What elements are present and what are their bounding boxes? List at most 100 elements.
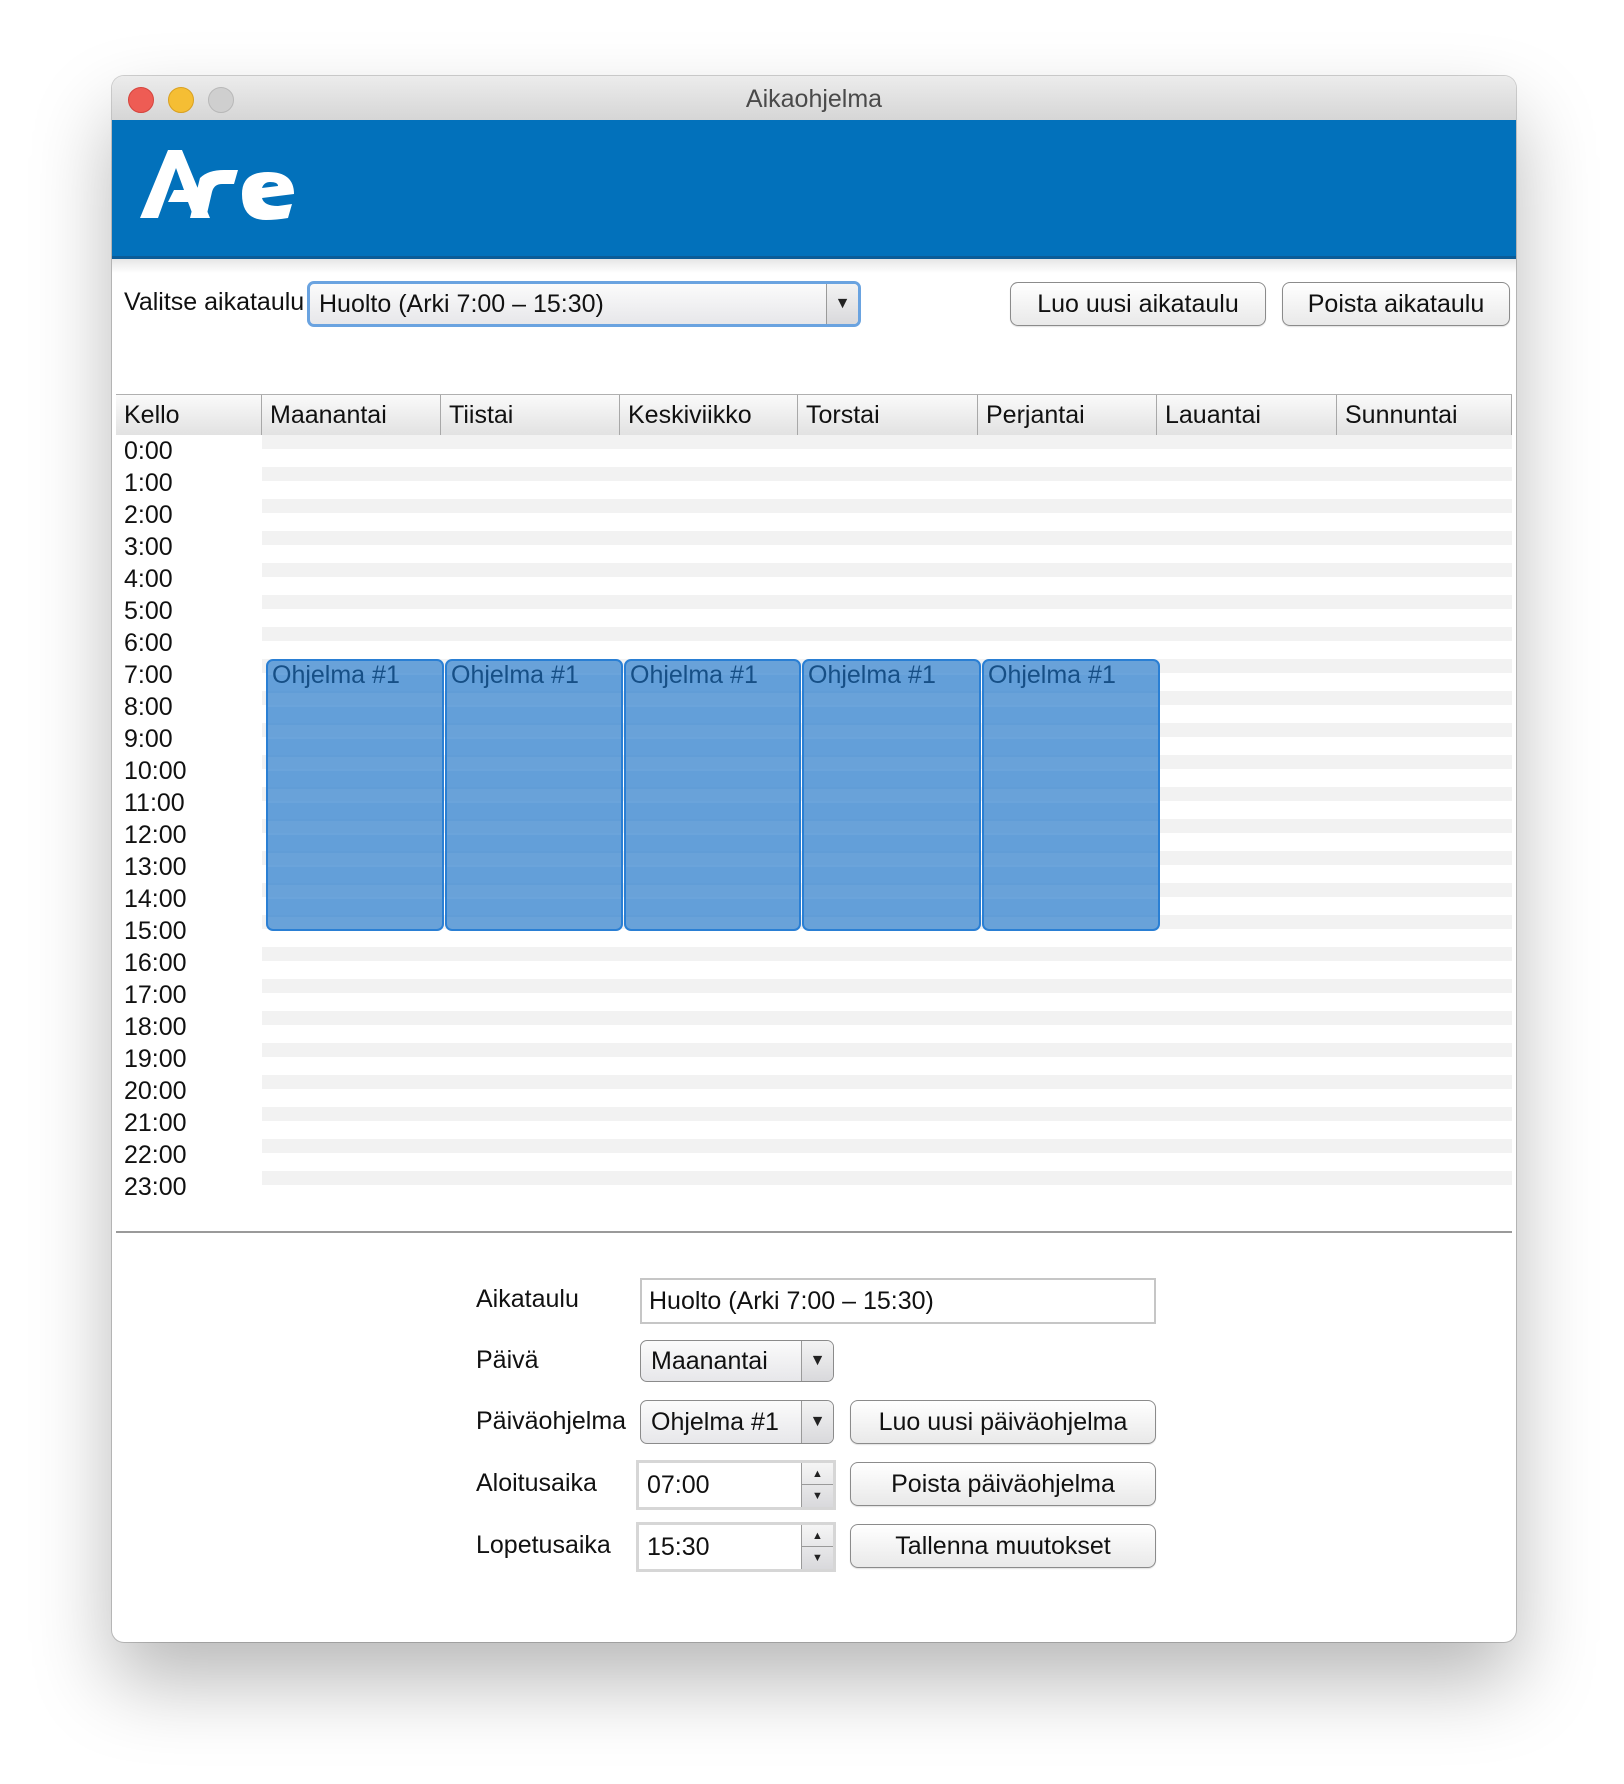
start-time-value[interactable]: 07:00 [647, 1463, 710, 1507]
column-header-saturday[interactable]: Lauantai [1157, 395, 1337, 435]
program-block[interactable]: Ohjelma #1 [802, 659, 981, 931]
start-time-stepper: ▲ ▼ [801, 1463, 833, 1507]
start-time-spinner[interactable]: 07:00 ▲ ▼ [636, 1460, 836, 1510]
decrement-arrow-icon[interactable]: ▼ [802, 1547, 833, 1569]
column-header-tuesday[interactable]: Tiistai [441, 395, 620, 435]
hour-cells[interactable] [262, 947, 1512, 979]
hour-cells[interactable] [262, 595, 1512, 627]
hour-cells[interactable] [262, 531, 1512, 563]
hour-label: 0:00 [116, 435, 262, 467]
hour-label: 14:00 [116, 883, 262, 915]
hour-label: 2:00 [116, 499, 262, 531]
hour-label: 4:00 [116, 563, 262, 595]
hour-cells[interactable] [262, 467, 1512, 499]
schedule-name-label: Aikataulu [476, 1285, 579, 1313]
table-row[interactable]: 5:00 [116, 595, 1512, 627]
company-logo [140, 150, 294, 220]
increment-arrow-icon[interactable]: ▲ [802, 1525, 833, 1547]
new-program-button[interactable]: Luo uusi päiväohjelma [850, 1400, 1156, 1444]
column-header-monday[interactable]: Maanantai [262, 395, 441, 435]
day-select[interactable]: Maanantai ▼ [640, 1340, 834, 1382]
table-row[interactable]: 19:00 [116, 1043, 1512, 1075]
hour-cells[interactable] [262, 1043, 1512, 1075]
program-select[interactable]: Ohjelma #1 ▼ [640, 1400, 834, 1444]
hour-cells[interactable] [262, 499, 1512, 531]
column-header-friday[interactable]: Perjantai [978, 395, 1157, 435]
chevron-down-icon[interactable]: ▼ [826, 284, 858, 324]
end-time-spinner[interactable]: 15:30 ▲ ▼ [636, 1522, 836, 1572]
hour-label: 9:00 [116, 723, 262, 755]
table-header: Kello Maanantai Tiistai Keskiviikko Tors… [116, 395, 1512, 436]
program-block[interactable]: Ohjelma #1 [624, 659, 801, 931]
hour-label: 18:00 [116, 1011, 262, 1043]
hour-cells[interactable] [262, 627, 1512, 659]
table-row[interactable]: 22:00 [116, 1139, 1512, 1171]
hour-cells[interactable] [262, 1171, 1512, 1203]
hour-label: 8:00 [116, 691, 262, 723]
schedule-select-value: Huolto (Arki 7:00 – 15:30) [319, 290, 604, 318]
hour-cells[interactable] [262, 563, 1512, 595]
table-row[interactable]: 17:00 [116, 979, 1512, 1011]
table-row[interactable]: 0:00 [116, 435, 1512, 467]
save-changes-button[interactable]: Tallenna muutokset [850, 1524, 1156, 1568]
hour-cells[interactable] [262, 435, 1512, 467]
chevron-down-icon[interactable]: ▼ [801, 1341, 833, 1381]
delete-schedule-button[interactable]: Poista aikataulu [1282, 282, 1510, 326]
hour-label: 21:00 [116, 1107, 262, 1139]
day-select-value: Maanantai [651, 1347, 768, 1375]
table-row[interactable]: 1:00 [116, 467, 1512, 499]
schedule-table: Kello Maanantai Tiistai Keskiviikko Tors… [116, 394, 1512, 1233]
program-block[interactable]: Ohjelma #1 [266, 659, 444, 931]
program-block[interactable]: Ohjelma #1 [445, 659, 623, 931]
program-select-value: Ohjelma #1 [651, 1408, 779, 1436]
hour-cells[interactable] [262, 1107, 1512, 1139]
hour-label: 3:00 [116, 531, 262, 563]
hour-label: 10:00 [116, 755, 262, 787]
hour-cells[interactable] [262, 1011, 1512, 1043]
schedule-name-field[interactable]: Huolto (Arki 7:00 – 15:30) [640, 1278, 1156, 1324]
table-row[interactable]: 16:00 [116, 947, 1512, 979]
column-header-thursday[interactable]: Torstai [798, 395, 978, 435]
select-schedule-label: Valitse aikataulu [124, 288, 305, 316]
hour-label: 12:00 [116, 819, 262, 851]
table-row[interactable]: 2:00 [116, 499, 1512, 531]
table-row[interactable]: 4:00 [116, 563, 1512, 595]
decrement-arrow-icon[interactable]: ▼ [802, 1485, 833, 1507]
hour-label: 20:00 [116, 1075, 262, 1107]
end-time-stepper: ▲ ▼ [801, 1525, 833, 1569]
hour-label: 17:00 [116, 979, 262, 1011]
hour-label: 1:00 [116, 467, 262, 499]
hour-label: 23:00 [116, 1171, 262, 1203]
delete-program-button[interactable]: Poista päiväohjelma [850, 1462, 1156, 1506]
table-row[interactable]: 23:00 [116, 1171, 1512, 1203]
day-label: Päivä [476, 1346, 539, 1374]
table-row[interactable]: 20:00 [116, 1075, 1512, 1107]
chevron-down-icon[interactable]: ▼ [801, 1401, 833, 1443]
hour-label: 19:00 [116, 1043, 262, 1075]
program-block[interactable]: Ohjelma #1 [982, 659, 1160, 931]
new-schedule-button[interactable]: Luo uusi aikataulu [1010, 282, 1266, 326]
hour-cells[interactable] [262, 1139, 1512, 1171]
banner-shadow [112, 259, 1516, 273]
brand-banner [112, 120, 1516, 259]
schedule-select[interactable]: Huolto (Arki 7:00 – 15:30) ▼ [307, 281, 861, 327]
table-row[interactable]: 21:00 [116, 1107, 1512, 1139]
hour-label: 13:00 [116, 851, 262, 883]
column-header-sunday[interactable]: Sunnuntai [1337, 395, 1512, 435]
table-row[interactable]: 3:00 [116, 531, 1512, 563]
increment-arrow-icon[interactable]: ▲ [802, 1463, 833, 1485]
hour-label: 5:00 [116, 595, 262, 627]
table-row[interactable]: 6:00 [116, 627, 1512, 659]
program-label: Päiväohjelma [476, 1407, 627, 1435]
hour-cells[interactable] [262, 979, 1512, 1011]
title-bar: Aikaohjelma [112, 76, 1516, 121]
hour-label: 16:00 [116, 947, 262, 979]
hour-label: 7:00 [116, 659, 262, 691]
column-header-wednesday[interactable]: Keskiviikko [620, 395, 798, 435]
hour-cells[interactable] [262, 1075, 1512, 1107]
hour-label: 22:00 [116, 1139, 262, 1171]
start-time-label: Aloitusaika [476, 1469, 597, 1497]
column-header-time[interactable]: Kello [116, 395, 262, 435]
table-row[interactable]: 18:00 [116, 1011, 1512, 1043]
end-time-value[interactable]: 15:30 [647, 1525, 710, 1569]
